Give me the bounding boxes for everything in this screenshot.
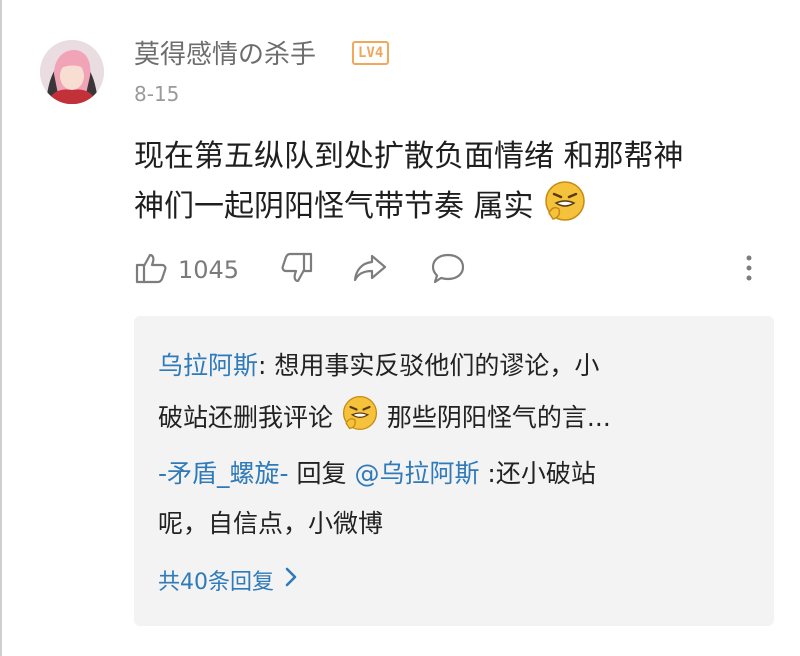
reply-1-text-line-1: : 想用事实反驳他们的谬论，小 — [258, 351, 600, 380]
reply-2-line-2: 呢，自信点，小微博 — [158, 509, 384, 538]
avatar[interactable] — [40, 40, 104, 104]
user-level-badge: LV4 — [352, 41, 390, 65]
reply-2-text-line-1: :还小破站 — [479, 459, 596, 488]
more-options-button[interactable] — [742, 248, 756, 292]
share-icon — [352, 251, 388, 289]
reply-2-line-1: -矛盾_螺旋- 回复 @乌拉阿斯 :还小破站 — [158, 454, 596, 494]
avatar-image — [40, 40, 104, 104]
reply-1-line-1: 乌拉阿斯: 想用事实反驳他们的谬论，小 — [158, 346, 599, 386]
share-button[interactable] — [352, 248, 388, 292]
reply-2-mention[interactable]: @乌拉阿斯 — [354, 459, 479, 488]
comment-username[interactable]: 莫得感情の杀手 — [134, 34, 316, 71]
comment-action-bar: 1045 — [134, 248, 774, 292]
comment-icon — [430, 251, 466, 289]
comment-text: 现在第五纵队到处扩散负面情绪 和那帮神 神们一起阴阳怪气带节奏 属实 — [134, 134, 774, 236]
more-vertical-icon — [742, 251, 756, 289]
thumbs-down-icon — [280, 251, 314, 289]
grimace-emoji-icon — [543, 179, 587, 236]
comment-date: 8-15 — [134, 82, 180, 106]
reply-1-line-2: 破站还删我评论 那些阴阳怪气的言... — [158, 394, 611, 444]
replies-preview[interactable]: 乌拉阿斯: 想用事实反驳他们的谬论，小 破站还删我评论 那些阴阳怪气的言... … — [134, 316, 774, 626]
comment-text-line-1: 现在第五纵队到处扩散负面情绪 和那帮神 — [134, 139, 684, 174]
like-button[interactable]: 1045 — [134, 248, 239, 292]
reply-button[interactable] — [430, 248, 466, 292]
grimace-emoji-icon — [341, 394, 379, 444]
reply-2-reply-word: 回复 — [288, 459, 355, 488]
reply-1-username[interactable]: 乌拉阿斯 — [158, 351, 258, 380]
reply-1-text-line-2a: 破站还删我评论 — [158, 403, 334, 432]
view-all-replies-label: 共40条回复 — [158, 570, 274, 595]
chevron-right-icon — [284, 566, 298, 594]
dislike-button[interactable] — [280, 248, 314, 292]
comment-text-line-2-words: 神们一起阴阳怪气带节奏 属实 — [134, 189, 534, 224]
reply-1-text-line-2b: 那些阴阳怪气的言... — [386, 403, 611, 432]
reply-2-username[interactable]: -矛盾_螺旋- — [158, 459, 289, 488]
like-count: 1045 — [178, 256, 240, 284]
thumbs-up-icon — [134, 251, 168, 289]
view-all-replies-link[interactable]: 共40条回复 — [158, 564, 298, 596]
left-edge-divider — [0, 0, 2, 656]
comment-text-line-2: 神们一起阴阳怪气带节奏 属实 — [134, 179, 774, 236]
